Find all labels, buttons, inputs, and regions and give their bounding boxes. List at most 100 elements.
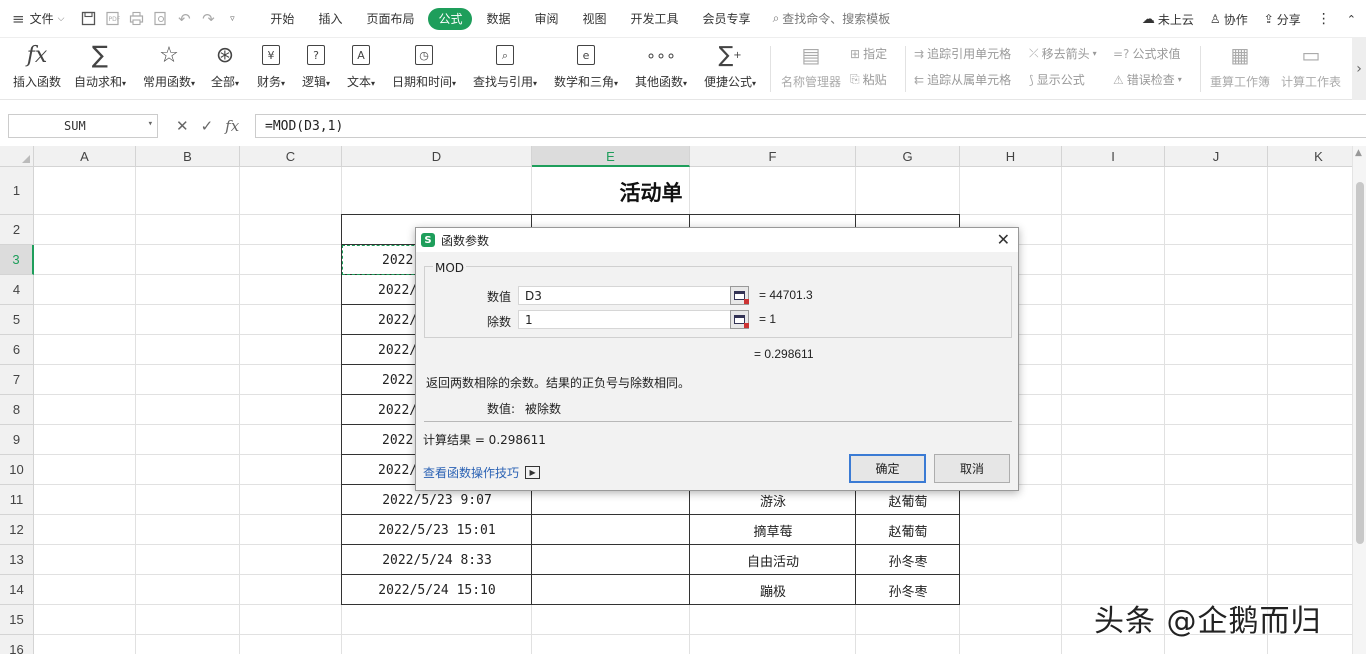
- autosum-button[interactable]: ∑ 自动求和▾: [70, 40, 130, 98]
- column-header-i[interactable]: I: [1062, 146, 1165, 167]
- row-header-5[interactable]: 5: [0, 305, 34, 335]
- undo-icon[interactable]: ↶: [172, 0, 196, 38]
- name-manager-button[interactable]: ▤ 名称管理器: [779, 40, 843, 98]
- cloud-status-button[interactable]: ☁ 未上云: [1142, 11, 1194, 28]
- scroll-up-icon[interactable]: ▲: [1355, 148, 1362, 158]
- row-header-9[interactable]: 9: [0, 425, 34, 455]
- logic-button[interactable]: ? 逻辑▾: [298, 40, 334, 98]
- tab-data[interactable]: 数据: [476, 8, 520, 30]
- text-button[interactable]: A 文本▾: [343, 40, 379, 98]
- cancel-button[interactable]: 取消: [934, 454, 1010, 483]
- quick-formula-button[interactable]: ∑ + 便捷公式▾: [701, 40, 759, 98]
- column-header-b[interactable]: B: [136, 146, 240, 167]
- row-header-10[interactable]: 10: [0, 455, 34, 485]
- row-header-1[interactable]: 1: [0, 167, 34, 215]
- tab-view[interactable]: 视图: [573, 8, 617, 30]
- show-formulas-button[interactable]: ⟆ 显示公式: [1029, 71, 1085, 88]
- select-all-corner[interactable]: [0, 146, 34, 167]
- cell-picker-icon[interactable]: [730, 286, 749, 305]
- row-header-8[interactable]: 8: [0, 395, 34, 425]
- tab-member[interactable]: 会员专享: [693, 8, 761, 30]
- datetime-button[interactable]: ◷ 日期和时间▾: [389, 40, 459, 98]
- activity-cell[interactable]: 蹦极: [690, 575, 856, 605]
- row-header-13[interactable]: 13: [0, 545, 34, 575]
- tab-insert[interactable]: 插入: [308, 8, 352, 30]
- more-icon[interactable]: ⋮: [1317, 11, 1331, 27]
- column-header-k[interactable]: K: [1268, 146, 1352, 167]
- row-header-6[interactable]: 6: [0, 335, 34, 365]
- row-header-7[interactable]: 7: [0, 365, 34, 395]
- chevron-right-icon[interactable]: ›: [1352, 38, 1366, 100]
- date-cell[interactable]: 2022/: [378, 275, 418, 305]
- row-header-14[interactable]: 14: [0, 575, 34, 605]
- trace-precedents-button[interactable]: ⇉ 追踪引用单元格: [914, 45, 1011, 62]
- column-header-c[interactable]: C: [240, 146, 342, 167]
- column-header-d[interactable]: D: [342, 146, 532, 167]
- name-box[interactable]: SUM ▾: [8, 114, 158, 138]
- date-cell[interactable]: 2022/5/23 15:01: [342, 515, 532, 545]
- tab-review[interactable]: 审阅: [525, 8, 569, 30]
- math-button[interactable]: e 数学和三角▾: [551, 40, 621, 98]
- formula-input[interactable]: =MOD(D3,1): [255, 114, 1366, 138]
- activity-cell[interactable]: 摘草莓: [690, 515, 856, 545]
- arg-input-divisor[interactable]: 1: [518, 310, 731, 329]
- export-pdf-icon[interactable]: PDF: [100, 0, 124, 38]
- row-header-12[interactable]: 12: [0, 515, 34, 545]
- close-icon[interactable]: ✕: [997, 230, 1010, 249]
- person-cell[interactable]: 赵葡萄: [856, 515, 960, 545]
- tab-page-layout[interactable]: 页面布局: [356, 8, 424, 30]
- other-functions-button[interactable]: ∘∘∘ 其他函数▾: [632, 40, 690, 98]
- function-tips-link[interactable]: 查看函数操作技巧 ▶: [423, 464, 541, 481]
- row-header-2[interactable]: 2: [0, 215, 34, 245]
- date-cell[interactable]: 2022/: [378, 395, 418, 425]
- row-header-15[interactable]: 15: [0, 605, 34, 635]
- row-header-11[interactable]: 11: [0, 485, 34, 515]
- activity-cell[interactable]: 自由活动: [690, 545, 856, 575]
- remove-arrows-button[interactable]: ⤫ 移去箭头 ▾: [1029, 45, 1097, 62]
- save-icon[interactable]: [76, 0, 100, 38]
- collapse-ribbon-icon[interactable]: ⌃: [1347, 13, 1356, 26]
- lookup-button[interactable]: ⌕ 查找与引用▾: [470, 40, 540, 98]
- scrollbar-thumb[interactable]: [1356, 182, 1364, 544]
- date-cell[interactable]: 2022/: [378, 305, 418, 335]
- calculate-sheet-button[interactable]: ▭ 计算工作表: [1279, 40, 1343, 98]
- date-cell[interactable]: 2022/: [378, 455, 418, 485]
- error-check-button[interactable]: ⚠ 错误检查 ▾: [1113, 71, 1182, 88]
- file-menu[interactable]: ≡ 文件 ⌵: [0, 0, 70, 38]
- confirm-icon[interactable]: ✓: [201, 117, 214, 135]
- row-header-3[interactable]: 3: [0, 245, 34, 275]
- common-functions-button[interactable]: ☆ 常用函数▾: [139, 40, 199, 98]
- insert-function-button[interactable]: fx 插入函数: [11, 40, 63, 98]
- share-button[interactable]: ⇪ 分享: [1264, 11, 1301, 28]
- tab-home[interactable]: 开始: [260, 8, 304, 30]
- specify-button[interactable]: ⊞ 指定: [850, 45, 887, 62]
- ok-button[interactable]: 确定: [849, 454, 926, 483]
- chevron-down-icon[interactable]: ▾: [148, 119, 153, 129]
- print-icon[interactable]: [124, 0, 148, 38]
- all-functions-button[interactable]: ⊛ 全部▾: [207, 40, 243, 98]
- date-cell[interactable]: 2022/5/24 15:10: [342, 575, 532, 605]
- customize-quick-access-icon[interactable]: ▿: [220, 0, 244, 38]
- column-header-g[interactable]: G: [856, 146, 960, 167]
- dialog-title-bar[interactable]: S 函数参数 ✕: [416, 228, 1018, 252]
- cell-picker-icon[interactable]: [730, 310, 749, 329]
- column-header-e[interactable]: E: [532, 146, 690, 167]
- fx-icon[interactable]: fx: [225, 117, 239, 135]
- column-header-j[interactable]: J: [1165, 146, 1268, 167]
- sheet-title[interactable]: 活动单: [342, 168, 960, 215]
- recalculate-workbook-button[interactable]: ▦ 重算工作簿: [1208, 40, 1272, 98]
- person-cell[interactable]: 孙冬枣: [856, 545, 960, 575]
- column-header-h[interactable]: H: [960, 146, 1062, 167]
- redo-icon[interactable]: ↷: [196, 0, 220, 38]
- arg-input-number[interactable]: D3: [518, 286, 731, 305]
- trace-dependents-button[interactable]: ⇇ 追踪从属单元格: [914, 71, 1011, 88]
- row-header-4[interactable]: 4: [0, 275, 34, 305]
- cancel-icon[interactable]: ✕: [176, 117, 189, 135]
- column-header-f[interactable]: F: [690, 146, 856, 167]
- print-preview-icon[interactable]: [148, 0, 172, 38]
- finance-button[interactable]: ¥ 财务▾: [253, 40, 289, 98]
- tab-formulas[interactable]: 公式: [428, 7, 473, 30]
- tab-developer[interactable]: 开发工具: [621, 8, 689, 30]
- row-header-16[interactable]: 16: [0, 635, 34, 654]
- evaluate-formula-button[interactable]: =? 公式求值: [1113, 45, 1180, 62]
